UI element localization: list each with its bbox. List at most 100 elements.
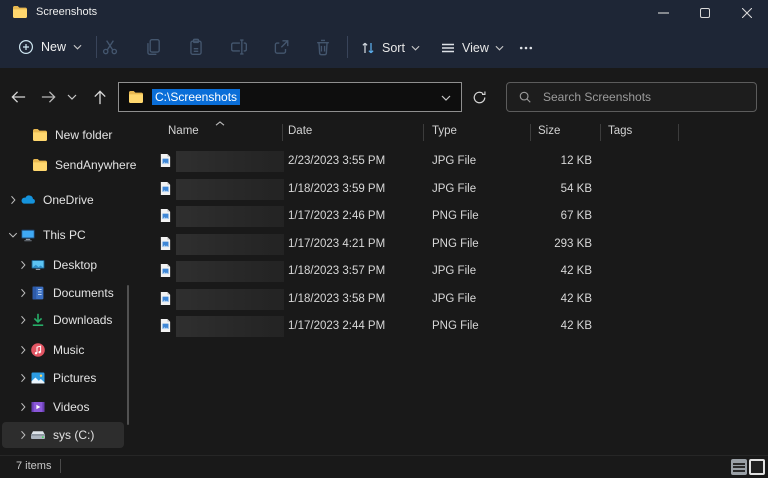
chevron-down-icon — [411, 45, 420, 51]
sidebar-scrollbar[interactable] — [127, 285, 129, 425]
file-row[interactable]: 1/18/2023 3:59 PM JPG File 54 KB — [130, 176, 764, 202]
chevron-right-icon[interactable] — [16, 430, 30, 440]
forward-button[interactable] — [36, 85, 60, 109]
file-name-redacted — [176, 179, 284, 200]
status-bar: 7 items — [0, 455, 768, 478]
sidebar-item-documents[interactable]: Documents — [2, 280, 124, 306]
view-button[interactable]: View — [436, 37, 508, 59]
music-icon — [30, 342, 46, 358]
chevron-right-icon[interactable] — [16, 373, 30, 383]
up-button[interactable] — [88, 85, 112, 109]
sidebar-item-music[interactable]: Music — [2, 337, 124, 363]
column-separator[interactable] — [282, 124, 283, 141]
column-separator[interactable] — [423, 124, 424, 141]
new-button-label: New — [41, 40, 67, 54]
file-name-redacted — [176, 206, 284, 227]
file-row[interactable]: 1/17/2023 2:44 PM PNG File 42 KB — [130, 313, 764, 339]
this-pc-icon — [20, 227, 36, 243]
sidebar-item-sendanywhere[interactable]: SendAnywhere — [2, 152, 136, 178]
downloads-icon — [30, 312, 46, 328]
search-box[interactable] — [506, 82, 757, 112]
file-size: 42 KB — [560, 293, 592, 305]
file-row[interactable]: 1/17/2023 2:46 PM PNG File 67 KB — [130, 203, 764, 229]
videos-icon — [30, 399, 46, 415]
chevron-right-icon[interactable] — [6, 195, 20, 205]
sort-arrows-icon — [360, 40, 376, 56]
explorer-tab[interactable]: Screenshots — [12, 4, 97, 20]
file-row[interactable]: 1/17/2023 4:21 PM PNG File 293 KB — [130, 231, 764, 257]
column-header-name[interactable]: Name — [168, 125, 199, 137]
file-name-redacted — [176, 316, 284, 337]
refresh-button[interactable] — [467, 85, 491, 109]
sidebar-item-label: OneDrive — [43, 193, 94, 207]
maximize-button[interactable] — [684, 0, 726, 26]
minimize-button[interactable] — [642, 0, 684, 26]
file-explorer-window: Screenshots New Sort View C:\Screenshots… — [0, 0, 768, 478]
column-header-size[interactable]: Size — [538, 125, 560, 137]
copy-icon[interactable] — [144, 38, 162, 56]
sidebar-item-pictures[interactable]: Pictures — [2, 365, 124, 391]
sidebar-item-sys-c[interactable]: sys (C:) — [2, 422, 124, 448]
rename-icon[interactable] — [230, 38, 248, 56]
search-input[interactable] — [541, 89, 735, 105]
chevron-right-icon[interactable] — [16, 315, 30, 325]
chevron-down-icon[interactable] — [6, 232, 20, 238]
back-button[interactable] — [6, 85, 30, 109]
sidebar-item-label: Pictures — [53, 371, 97, 385]
column-separator[interactable] — [600, 124, 601, 141]
address-path-selected[interactable]: C:\Screenshots — [152, 89, 241, 105]
more-button[interactable] — [514, 37, 538, 59]
image-file-icon — [159, 236, 172, 251]
sidebar-item-new-folder[interactable]: New folder — [2, 122, 124, 148]
folder-icon — [32, 157, 48, 173]
chevron-right-icon[interactable] — [16, 260, 30, 270]
sidebar-item-onedrive[interactable]: OneDrive — [2, 187, 124, 213]
share-icon[interactable] — [272, 38, 290, 56]
items-count: 7 items — [16, 460, 52, 472]
file-row[interactable]: 2/23/2023 3:55 PM JPG File 12 KB — [130, 148, 764, 174]
image-file-icon — [159, 181, 172, 196]
sort-button-label: Sort — [382, 41, 405, 55]
image-file-icon — [159, 318, 172, 333]
address-dropdown-chevron-icon[interactable] — [441, 95, 451, 101]
file-row[interactable]: 1/18/2023 3:57 PM JPG File 42 KB — [130, 258, 764, 284]
paste-icon[interactable] — [187, 38, 205, 56]
delete-icon[interactable] — [314, 38, 332, 56]
sidebar-item-this-pc[interactable]: This PC — [2, 222, 124, 248]
file-name-redacted — [176, 261, 284, 282]
file-size: 54 KB — [560, 183, 592, 195]
image-file-icon — [159, 153, 172, 168]
column-separator[interactable] — [530, 124, 531, 141]
history-chevron-icon[interactable] — [63, 85, 81, 109]
titlebar: Screenshots — [0, 0, 768, 26]
file-row[interactable]: 1/18/2023 3:58 PM JPG File 42 KB — [130, 286, 764, 312]
large-icons-view-toggle-icon[interactable] — [749, 459, 765, 475]
chevron-right-icon[interactable] — [16, 402, 30, 412]
sidebar-item-label: Downloads — [53, 313, 113, 327]
view-list-icon — [440, 40, 456, 56]
file-date: 1/18/2023 3:59 PM — [288, 183, 386, 195]
address-bar[interactable]: C:\Screenshots — [118, 82, 462, 112]
command-toolbar: New Sort View — [0, 26, 768, 68]
file-date: 1/17/2023 2:46 PM — [288, 210, 386, 222]
file-date: 1/18/2023 3:58 PM — [288, 293, 386, 305]
sidebar-item-desktop[interactable]: Desktop — [2, 252, 124, 278]
close-button[interactable] — [726, 0, 768, 26]
column-separator[interactable] — [678, 124, 679, 141]
new-button[interactable]: New — [14, 35, 86, 59]
sort-button[interactable]: Sort — [356, 37, 424, 59]
sidebar-item-label: Desktop — [53, 258, 98, 272]
chevron-right-icon[interactable] — [16, 288, 30, 298]
details-view-toggle-icon[interactable] — [731, 459, 747, 475]
desktop-icon — [30, 257, 46, 273]
cut-icon[interactable] — [101, 38, 119, 56]
sidebar-item-videos[interactable]: Videos — [2, 394, 124, 420]
image-file-icon — [159, 291, 172, 306]
window-title: Screenshots — [36, 6, 98, 18]
sidebar-item-downloads[interactable]: Downloads — [2, 307, 124, 333]
chevron-right-icon[interactable] — [16, 345, 30, 355]
column-header-date[interactable]: Date — [288, 125, 312, 137]
column-header-tags[interactable]: Tags — [608, 125, 632, 137]
column-header-type[interactable]: Type — [432, 125, 457, 137]
sidebar-item-label: This PC — [43, 228, 86, 242]
